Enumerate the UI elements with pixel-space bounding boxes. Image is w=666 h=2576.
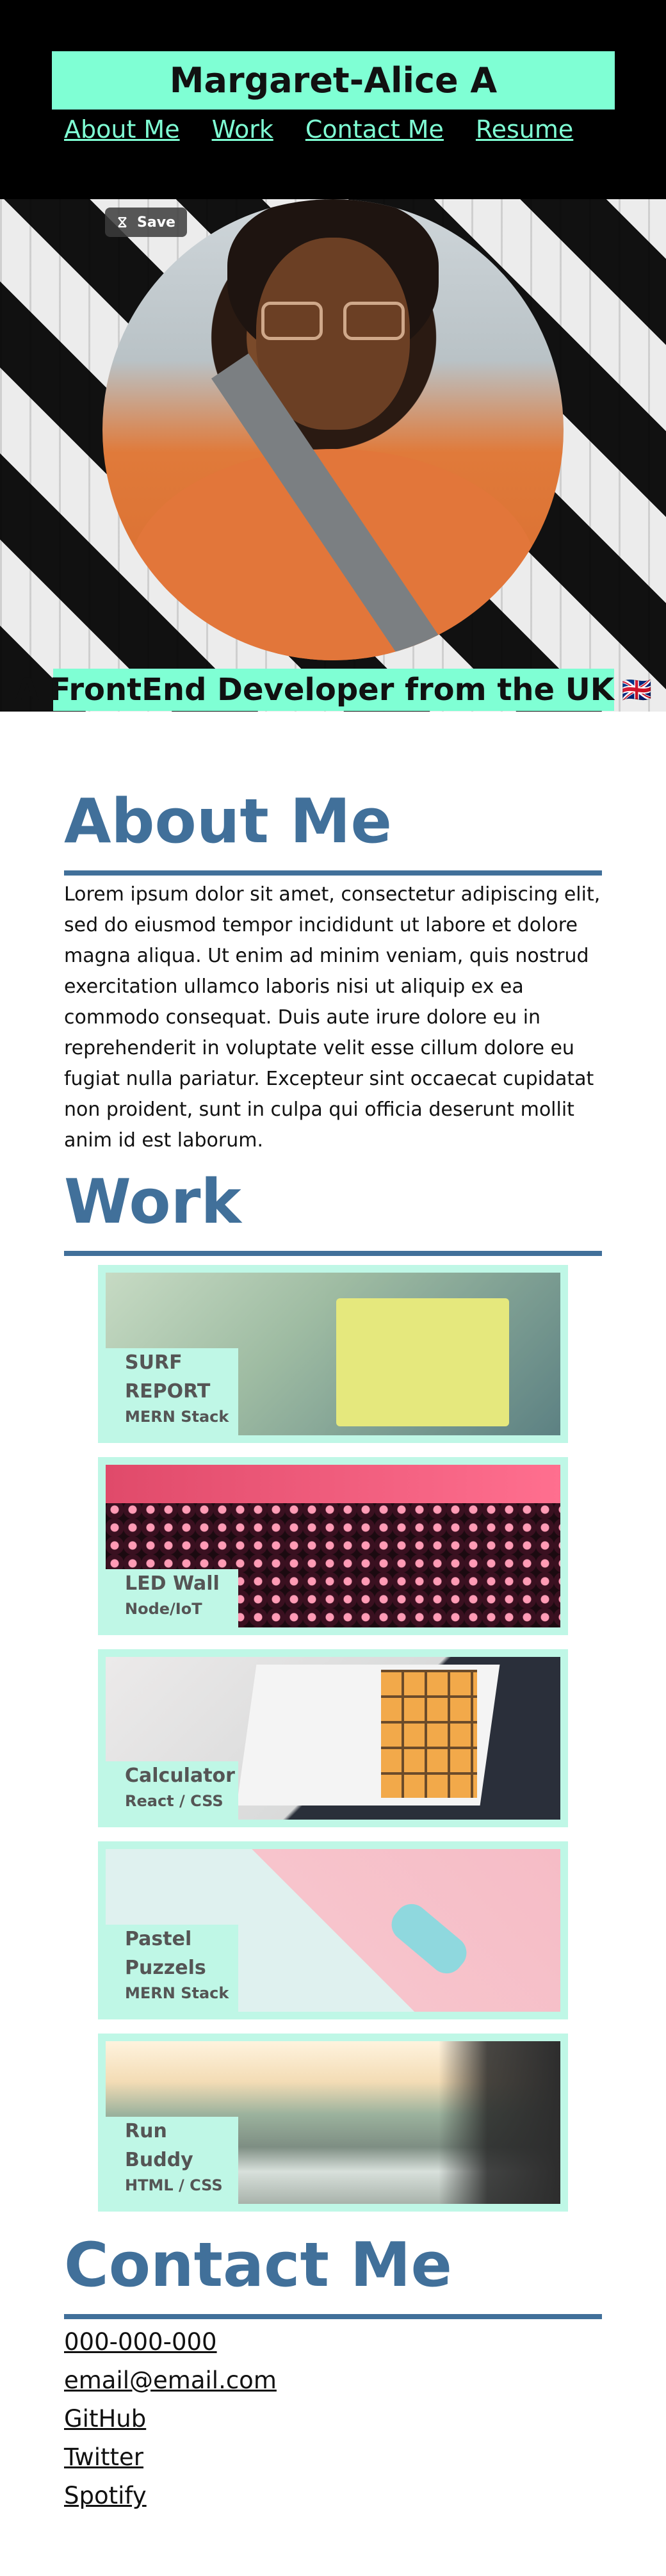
project-card-label: LED Wall Node/IoT xyxy=(106,1569,238,1627)
project-card-label: Run Buddy HTML / CSS xyxy=(106,2117,238,2204)
about-divider xyxy=(64,870,602,876)
about-paragraph: Lorem ipsum dolor sit amet, consectetur … xyxy=(64,883,601,1152)
twitter-link[interactable]: Twitter xyxy=(64,2438,277,2477)
github-link[interactable]: GitHub xyxy=(64,2400,277,2438)
project-title: Puzzels xyxy=(125,1957,206,1979)
project-stack: MERN Stack xyxy=(125,1408,229,1426)
project-stack: Node/IoT xyxy=(125,1600,202,1618)
project-title: Pastel xyxy=(125,1928,192,1950)
contact-divider xyxy=(64,2314,602,2319)
project-title: Calculator xyxy=(125,1765,235,1787)
project-card-pastel-puzzels[interactable]: Pastel Puzzels MERN Stack xyxy=(98,1841,568,2019)
project-card-label: Calculator React / CSS xyxy=(106,1761,238,1820)
project-stack: React / CSS xyxy=(125,1792,223,1810)
tagline-banner: A FrontEnd Developer from the UK 🇬🇧 xyxy=(15,669,652,711)
project-stack: HTML / CSS xyxy=(125,2176,223,2194)
phone-link[interactable]: 000-000-000 xyxy=(64,2323,277,2361)
nav-link-resume[interactable]: Resume xyxy=(476,115,573,143)
project-title: Buddy xyxy=(125,2149,193,2171)
project-card-led-wall[interactable]: LED Wall Node/IoT xyxy=(98,1457,568,1635)
save-image-button[interactable]: Save xyxy=(105,208,187,237)
work-heading: Work xyxy=(64,1167,241,1237)
name-banner: Margaret-Alice A xyxy=(52,51,615,110)
contact-list: 000-000-000 email@email.com GitHub Twitt… xyxy=(64,2323,277,2515)
profile-photo xyxy=(102,199,564,660)
nav-link-contact[interactable]: Contact Me xyxy=(305,115,444,143)
uk-flag-icon: 🇬🇧 xyxy=(621,675,653,704)
site-title: Margaret-Alice A xyxy=(169,60,498,101)
spotify-link[interactable]: Spotify xyxy=(64,2477,277,2515)
email-link[interactable]: email@email.com xyxy=(64,2361,277,2400)
project-card-label: SURF REPORT MERN Stack xyxy=(106,1348,238,1435)
hero-banner: Save A FrontEnd Developer from the UK 🇬🇧 xyxy=(0,199,666,712)
project-card-label: Pastel Puzzels MERN Stack xyxy=(106,1925,238,2012)
site-header: Margaret-Alice A About Me Work Contact M… xyxy=(0,0,666,199)
save-button-label: Save xyxy=(137,214,175,231)
project-stack: MERN Stack xyxy=(125,1984,229,2002)
project-title: LED Wall xyxy=(125,1572,220,1595)
nav-link-work[interactable]: Work xyxy=(212,115,273,143)
about-heading: About Me xyxy=(64,787,392,857)
project-card-calculator[interactable]: Calculator React / CSS xyxy=(98,1649,568,1827)
contact-heading: Contact Me xyxy=(64,2230,452,2301)
project-card-surf-report[interactable]: SURF REPORT MERN Stack xyxy=(98,1265,568,1443)
pin-icon xyxy=(117,216,128,228)
tagline-text: A FrontEnd Developer from the UK xyxy=(15,672,614,708)
project-title: SURF xyxy=(125,1351,183,1374)
project-card-run-buddy[interactable]: Run Buddy HTML / CSS xyxy=(98,2034,568,2212)
work-divider xyxy=(64,1251,602,1256)
project-title: REPORT xyxy=(125,1380,211,1403)
nav-link-about[interactable]: About Me xyxy=(64,115,180,143)
main-nav: About Me Work Contact Me Resume xyxy=(64,110,605,149)
project-title: Run xyxy=(125,2120,167,2142)
